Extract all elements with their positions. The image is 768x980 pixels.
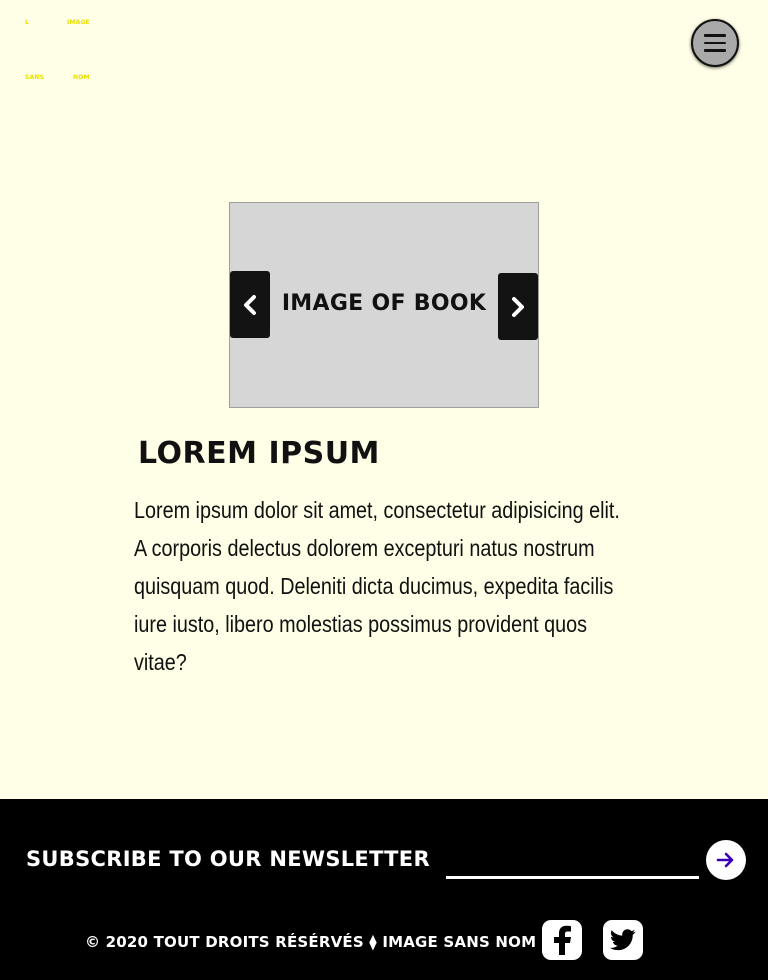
newsletter-email-input[interactable]	[446, 849, 699, 879]
hamburger-icon-line	[704, 41, 726, 45]
carousel-prev-button[interactable]	[230, 271, 270, 338]
newsletter-submit-button[interactable]	[706, 840, 746, 880]
chevron-right-icon	[512, 296, 524, 317]
carousel-image-placeholder: IMAGE OF BOOK	[281, 291, 487, 316]
book-carousel: IMAGE OF BOOK	[229, 202, 539, 408]
copyright-text: © 2020 TOUT DROITS RÉSÉRVÉS ⧫ IMAGE SANS…	[85, 933, 537, 951]
logo-word: SANS	[25, 74, 45, 81]
logo-word: L	[25, 19, 30, 26]
hamburger-icon-line	[704, 49, 726, 52]
hamburger-icon-line	[704, 34, 726, 37]
carousel-next-button[interactable]	[498, 273, 538, 340]
newsletter-label: SUBSCRIBE TO OUR NEWSLETTER	[26, 847, 430, 871]
article-body: Lorem ipsum dolor sit amet, consectetur …	[134, 497, 620, 675]
twitter-link[interactable]	[603, 920, 643, 960]
arrow-right-icon	[716, 852, 734, 868]
facebook-link[interactable]	[542, 920, 582, 960]
article-title: LOREM IPSUM	[138, 436, 380, 471]
chevron-left-icon	[244, 294, 256, 315]
logo-word: NOM	[73, 74, 90, 81]
site-footer: SUBSCRIBE TO OUR NEWSLETTER © 2020 TOUT …	[0, 799, 768, 980]
twitter-icon	[610, 929, 636, 951]
menu-button[interactable]	[691, 19, 739, 67]
facebook-icon	[554, 925, 571, 955]
logo-word: IMAGE	[67, 19, 90, 26]
